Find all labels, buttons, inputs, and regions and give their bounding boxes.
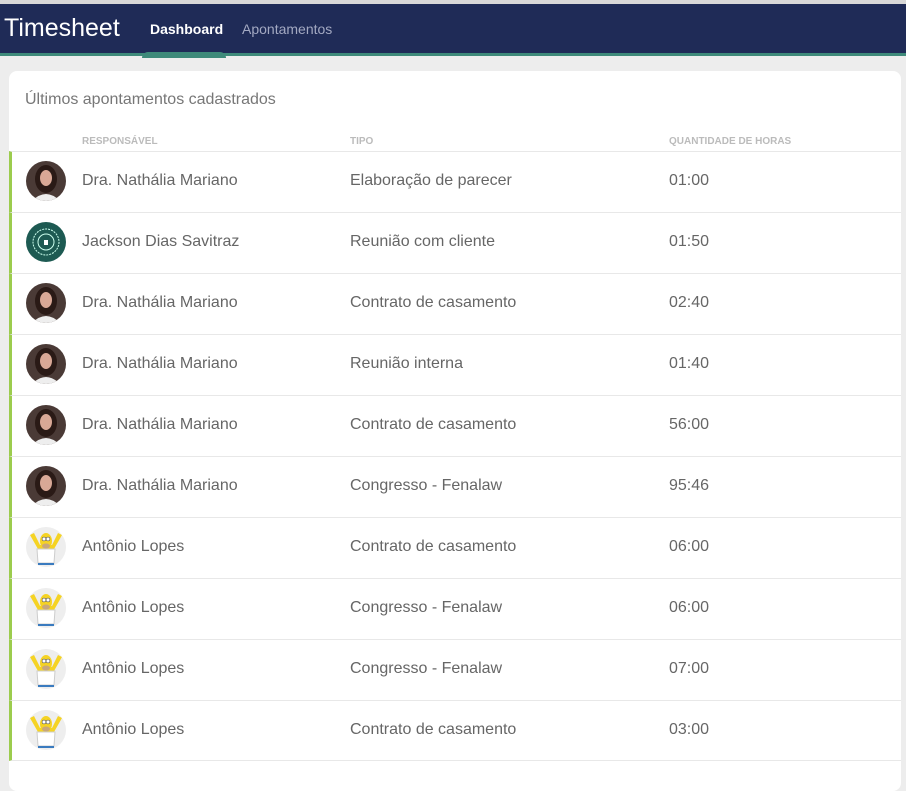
- column-header-horas: QUANTIDADE DE HORAS: [669, 136, 792, 147]
- app-title[interactable]: Timesheet: [4, 14, 120, 43]
- tab-apontamentos[interactable]: Apontamentos: [242, 21, 332, 37]
- avatar: [26, 405, 66, 445]
- tipo-cell: Reunião com cliente: [350, 233, 495, 250]
- entries-table: Dra. Nathália Mariano Elaboração de pare…: [9, 151, 901, 761]
- responsavel-cell: Jackson Dias Savitraz: [82, 233, 240, 250]
- horas-cell: 01:50: [669, 233, 710, 250]
- horas-cell: 95:46: [669, 477, 710, 494]
- horas-cell: 01:00: [669, 172, 710, 189]
- responsavel-cell: Dra. Nathália Mariano: [82, 172, 238, 189]
- table-row[interactable]: Dra. Nathália Mariano Elaboração de pare…: [9, 151, 901, 212]
- responsavel-cell: Antônio Lopes: [82, 660, 185, 677]
- tab-dashboard[interactable]: Dashboard: [150, 21, 223, 37]
- avatar: [26, 466, 66, 506]
- tipo-cell: Congresso - Fenalaw: [350, 599, 503, 616]
- navbar: Timesheet Dashboard Apontamentos: [0, 4, 906, 58]
- responsavel-cell: Antônio Lopes: [82, 599, 185, 616]
- table-row[interactable]: Dra. Nathália Mariano Contrato de casame…: [9, 395, 901, 456]
- tipo-cell: Reunião interna: [350, 355, 463, 372]
- tipo-cell: Contrato de casamento: [350, 538, 517, 555]
- avatar: [26, 710, 66, 750]
- table-row[interactable]: Antônio Lopes Congresso - Fenalaw 06:00: [9, 578, 901, 639]
- card-title: Últimos apontamentos cadastrados: [25, 91, 276, 108]
- avatar: [26, 161, 66, 201]
- table-row[interactable]: Dra. Nathália Mariano Contrato de casame…: [9, 273, 901, 334]
- avatar: [26, 649, 66, 689]
- recent-entries-card: Últimos apontamentos cadastrados RESPONS…: [9, 71, 901, 791]
- tipo-cell: Contrato de casamento: [350, 721, 517, 738]
- tipo-cell: Congresso - Fenalaw: [350, 477, 503, 494]
- horas-cell: 03:00: [669, 721, 710, 738]
- responsavel-cell: Dra. Nathália Mariano: [82, 355, 238, 372]
- horas-cell: 06:00: [669, 538, 710, 555]
- table-row[interactable]: Jackson Dias Savitraz Reunião com client…: [9, 212, 901, 273]
- avatar: [26, 588, 66, 628]
- responsavel-cell: Dra. Nathália Mariano: [82, 416, 238, 433]
- horas-cell: 56:00: [669, 416, 710, 433]
- navbar-border: [0, 53, 906, 56]
- horas-cell: 02:40: [669, 294, 710, 311]
- avatar: [26, 283, 66, 323]
- table-row[interactable]: Antônio Lopes Congresso - Fenalaw 07:00: [9, 639, 901, 700]
- table-row[interactable]: Antônio Lopes Contrato de casamento 03:0…: [9, 700, 901, 761]
- avatar: [26, 222, 66, 262]
- table-row[interactable]: Dra. Nathália Mariano Congresso - Fenala…: [9, 456, 901, 517]
- horas-cell: 07:00: [669, 660, 710, 677]
- horas-cell: 06:00: [669, 599, 710, 616]
- tipo-cell: Elaboração de parecer: [350, 172, 512, 189]
- responsavel-cell: Antônio Lopes: [82, 721, 185, 738]
- avatar: [26, 344, 66, 384]
- responsavel-cell: Dra. Nathália Mariano: [82, 477, 238, 494]
- horas-cell: 01:40: [669, 355, 710, 372]
- tipo-cell: Contrato de casamento: [350, 416, 517, 433]
- responsavel-cell: Antônio Lopes: [82, 538, 185, 555]
- tipo-cell: Contrato de casamento: [350, 294, 517, 311]
- table-row[interactable]: Antônio Lopes Contrato de casamento 06:0…: [9, 517, 901, 578]
- avatar: [26, 527, 66, 567]
- responsavel-cell: Dra. Nathália Mariano: [82, 294, 238, 311]
- table-row[interactable]: Dra. Nathália Mariano Reunião interna 01…: [9, 334, 901, 395]
- tipo-cell: Congresso - Fenalaw: [350, 660, 503, 677]
- column-header-responsavel: RESPONSÁVEL: [82, 136, 158, 147]
- column-header-tipo: TIPO: [350, 136, 374, 147]
